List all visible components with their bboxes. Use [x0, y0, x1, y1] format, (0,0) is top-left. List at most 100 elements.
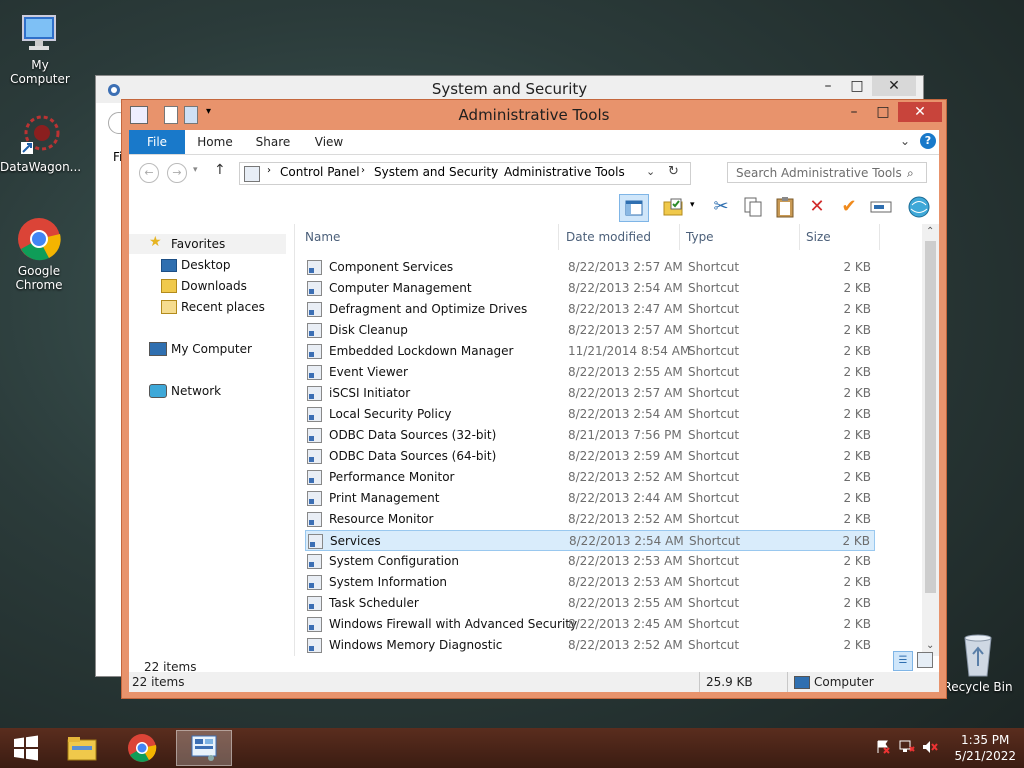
desktop-icon-my-computer[interactable]: My Computer — [0, 10, 80, 86]
file-row[interactable]: Windows Memory Diagnostic 8/22/2013 2:52 … — [305, 635, 875, 656]
chrome-taskbar-button[interactable] — [116, 730, 168, 766]
maximize-button[interactable]: □ — [843, 76, 871, 96]
nav-favorites[interactable]: Favorites — [171, 234, 225, 254]
file-row[interactable]: Windows Firewall with Advanced Security 8… — [305, 614, 875, 635]
paste-icon[interactable] — [771, 194, 799, 220]
file-date-modified: 8/22/2013 2:57 AM — [568, 386, 683, 400]
checkmark-icon[interactable]: ✔ — [835, 194, 863, 220]
refresh-icon[interactable]: ↻ — [668, 164, 679, 179]
file-row[interactable]: Services 8/22/2013 2:54 AM Shortcut 2 KB — [305, 530, 875, 551]
column-header-size[interactable]: Size — [800, 224, 880, 250]
file-row[interactable]: Print Management 8/22/2013 2:44 AM Shortcu… — [305, 488, 875, 509]
properties-quick-icon[interactable] — [130, 106, 148, 124]
search-input[interactable]: Search Administrative Tools — [727, 162, 927, 183]
network-status-icon[interactable] — [899, 740, 915, 754]
file-row[interactable]: Event Viewer 8/22/2013 2:55 AM Shortcut 2 K… — [305, 362, 875, 383]
tab-file[interactable]: File — [129, 130, 185, 154]
properties-dropdown-icon[interactable]: ▾ — [690, 200, 695, 210]
tab-view[interactable]: View — [307, 130, 351, 154]
volume-muted-icon[interactable] — [922, 740, 938, 754]
file-row[interactable]: iSCSI Initiator 8/22/2013 2:57 AM Shortcut… — [305, 383, 875, 404]
system-clock[interactable]: 1:35 PM 5/21/2022 — [954, 732, 1016, 764]
file-date-modified: 8/22/2013 2:52 AM — [568, 470, 683, 484]
vertical-scrollbar[interactable]: ⌃ ⌄ — [922, 224, 939, 656]
file-row[interactable]: Resource Monitor 8/22/2013 2:52 AM Shortcu… — [305, 509, 875, 530]
file-row[interactable]: System Configuration 8/22/2013 2:53 AM Sho… — [305, 551, 875, 572]
maximize-button[interactable]: □ — [869, 102, 897, 122]
customize-quick-access-icon[interactable]: ▾ — [206, 106, 211, 117]
start-button[interactable] — [0, 730, 52, 766]
close-button[interactable]: ✕ — [872, 76, 916, 96]
breadcrumb-separator: › — [267, 165, 271, 176]
file-row[interactable]: Defragment and Optimize Drives 8/22/2013 … — [305, 299, 875, 320]
breadcrumb-system-and-security[interactable]: System and Security — [374, 165, 498, 179]
file-row[interactable]: Embedded Lockdown Manager 11/21/2014 8:54… — [305, 341, 875, 362]
scroll-up-arrow-icon[interactable]: ⌃ — [926, 226, 934, 237]
datawagon-icon — [17, 112, 63, 158]
desktop-icon-label: My Computer — [10, 58, 70, 86]
file-type: Shortcut — [688, 323, 740, 337]
forward-button[interactable]: → — [167, 163, 187, 183]
file-row[interactable]: ODBC Data Sources (32-bit) 8/21/2013 7:56… — [305, 425, 875, 446]
rename-quick-icon[interactable] — [184, 106, 198, 124]
desktop-icon-label: DataWagon... — [0, 160, 82, 174]
action-center-flag-icon[interactable] — [876, 740, 890, 754]
desktop-icon-label: Google Chrome — [15, 264, 63, 292]
file-explorer-taskbar-button[interactable] — [56, 730, 108, 766]
file-row[interactable]: Local Security Policy 8/22/2013 2:54 AM Sh… — [305, 404, 875, 425]
tab-share[interactable]: Share — [251, 130, 295, 154]
copy-icon[interactable] — [739, 194, 767, 220]
recent-places-icon — [161, 300, 177, 314]
desktop-icon-datawagon[interactable]: DataWagon... — [0, 112, 82, 174]
help-icon[interactable]: ? — [920, 133, 936, 149]
file-row[interactable]: Performance Monitor 8/22/2013 2:52 AM Shor… — [305, 467, 875, 488]
administrative-tools-window[interactable]: Administrative Tools ▾ – □ ✕ File Home S… — [121, 99, 947, 699]
details-view-icon[interactable]: ☰ — [893, 651, 913, 671]
desktop-icon-chrome[interactable]: Google Chrome — [0, 216, 78, 292]
nav-my-computer[interactable]: My Computer — [171, 339, 252, 359]
up-arrow-icon[interactable]: ↑ — [214, 162, 226, 178]
file-name: Embedded Lockdown Manager — [329, 344, 514, 358]
nav-network[interactable]: Network — [171, 381, 221, 401]
file-size: 2 KB — [843, 470, 871, 484]
file-row[interactable]: ODBC Data Sources (64-bit) 8/22/2013 2:59… — [305, 446, 875, 467]
recent-locations-chevron-icon[interactable]: ▾ — [193, 165, 198, 175]
breadcrumb-control-panel[interactable]: Control Panel — [280, 165, 360, 179]
preview-pane-icon[interactable] — [619, 194, 649, 222]
network-globe-icon[interactable] — [905, 194, 933, 220]
nav-recent-places[interactable]: Recent places — [181, 297, 265, 317]
minimize-button[interactable]: – — [840, 102, 868, 122]
desktop-icon-recycle-bin[interactable]: Recycle Bin — [940, 632, 1016, 694]
close-button[interactable]: ✕ — [898, 102, 942, 122]
delete-icon[interactable]: ✕ — [803, 194, 831, 220]
file-row[interactable]: Component Services 8/22/2013 2:57 AM Short… — [305, 257, 875, 278]
expand-ribbon-icon[interactable]: ⌄ — [900, 134, 910, 148]
computer-icon — [794, 676, 810, 689]
file-row[interactable]: System Information 8/22/2013 2:53 AM Short… — [305, 572, 875, 593]
new-page-quick-icon[interactable] — [164, 106, 178, 124]
cut-icon[interactable]: ✂ — [707, 194, 735, 220]
minimize-button[interactable]: – — [814, 76, 842, 96]
nav-desktop[interactable]: Desktop — [181, 255, 231, 275]
nav-downloads[interactable]: Downloads — [181, 276, 247, 296]
column-header-name[interactable]: Name — [299, 224, 559, 250]
scroll-down-arrow-icon[interactable]: ⌄ — [926, 640, 934, 651]
shortcut-icon — [307, 302, 322, 317]
column-header-type[interactable]: Type — [680, 224, 800, 250]
file-size: 2 KB — [843, 554, 871, 568]
address-bar[interactable]: › Control Panel › System and Security › … — [239, 162, 691, 185]
scrollbar-thumb[interactable] — [925, 241, 936, 593]
tab-home[interactable]: Home — [193, 130, 237, 154]
control-panel-taskbar-button[interactable] — [176, 730, 232, 766]
window-title: Administrative Tools — [458, 106, 610, 124]
address-dropdown-icon[interactable]: ⌄ — [646, 165, 655, 178]
file-row[interactable]: Task Scheduler 8/22/2013 2:55 AM Shortcut 2… — [305, 593, 875, 614]
file-row[interactable]: Disk Cleanup 8/22/2013 2:57 AM Shortcut 2 K… — [305, 320, 875, 341]
file-row[interactable]: Computer Management 8/22/2013 2:54 AM Shor… — [305, 278, 875, 299]
properties-folder-icon[interactable] — [659, 194, 687, 220]
column-header-date-modified[interactable]: Date modified — [560, 224, 680, 250]
rename-icon[interactable] — [867, 194, 895, 220]
large-icons-view-icon[interactable] — [917, 652, 933, 668]
back-button[interactable]: ← — [139, 163, 159, 183]
breadcrumb-administrative-tools[interactable]: Administrative Tools — [504, 165, 625, 179]
